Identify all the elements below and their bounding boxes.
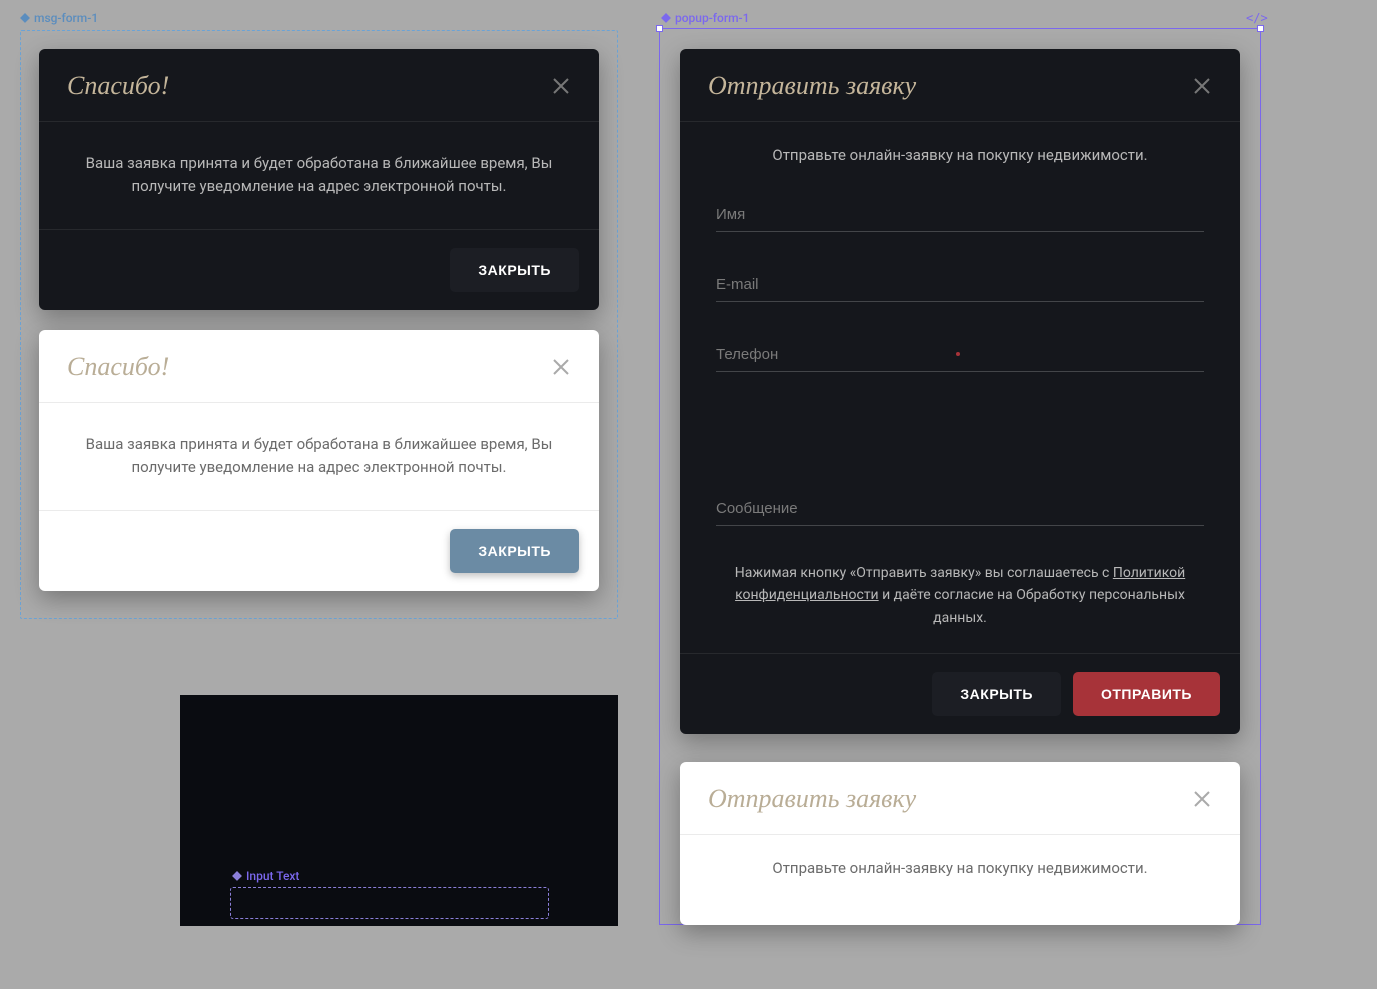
consent-pre: Нажимая кнопку «Отправить заявку» вы сог…: [735, 565, 1113, 581]
close-button[interactable]: ЗАКРЫТЬ: [932, 672, 1061, 716]
name-input[interactable]: [716, 198, 1204, 232]
modal-body-text: Ваша заявка принята и будет обработана в…: [67, 152, 571, 197]
submit-button[interactable]: ОТПРАВИТЬ: [1073, 672, 1220, 716]
modal-body: Ваша заявка принята и будет обработана в…: [39, 122, 599, 230]
email-input[interactable]: [716, 268, 1204, 302]
modal-title: Отправить заявку: [708, 784, 916, 814]
modal-body-text: Ваша заявка принята и будет обработана в…: [67, 433, 571, 478]
form-intro: Отправьте онлайн-заявку на покупку недви…: [716, 146, 1204, 164]
phone-input[interactable]: [716, 338, 1204, 372]
component-label-msg[interactable]: msg-form-1: [20, 11, 98, 25]
required-dot-icon: [956, 352, 960, 356]
modal-title: Спасибо!: [67, 352, 169, 382]
modal-header: Спасибо!: [39, 49, 599, 122]
modal-footer: ЗАКРЫТЬ: [39, 230, 599, 310]
phone-field-wrap: [716, 338, 1204, 372]
component-label-text: popup-form-1: [675, 11, 749, 25]
close-icon[interactable]: [551, 76, 571, 96]
modal-body: Ваша заявка принята и будет обработана в…: [39, 403, 599, 511]
component-label-input[interactable]: Input Text: [232, 869, 299, 883]
modal-header: Отправить заявку: [680, 49, 1240, 122]
code-icon[interactable]: </>: [1246, 11, 1268, 25]
close-icon[interactable]: [551, 357, 571, 377]
form-footer: ЗАКРЫТЬ ОТПРАВИТЬ: [680, 653, 1240, 734]
diamond-icon: [20, 13, 30, 23]
request-form-modal-light: Отправить заявку Отправьте онлайн-заявку…: [680, 762, 1240, 925]
component-label-popup[interactable]: popup-form-1: [661, 11, 749, 25]
close-button[interactable]: ЗАКРЫТЬ: [450, 248, 579, 292]
modal-header: Отправить заявку: [680, 762, 1240, 835]
close-icon[interactable]: [1192, 76, 1212, 96]
form-body: Отправьте онлайн-заявку на покупку недви…: [680, 122, 1240, 653]
message-input[interactable]: [716, 492, 1204, 526]
modal-title: Отправить заявку: [708, 71, 916, 101]
thanks-modal-dark: Спасибо! Ваша заявка принята и будет обр…: [39, 49, 599, 310]
resize-handle[interactable]: [656, 25, 663, 32]
message-field-wrap: [716, 492, 1204, 526]
diamond-icon: [661, 13, 671, 23]
close-icon[interactable]: [1192, 789, 1212, 809]
input-text-outline[interactable]: [230, 887, 549, 919]
component-label-text: msg-form-1: [34, 11, 98, 25]
name-field-wrap: [716, 198, 1204, 232]
diamond-icon: [232, 871, 242, 881]
request-form-modal-dark: Отправить заявку Отправьте онлайн-заявку…: [680, 49, 1240, 734]
form-intro: Отправьте онлайн-заявку на покупку недви…: [716, 859, 1204, 877]
modal-footer: ЗАКРЫТЬ: [39, 511, 599, 591]
resize-handle[interactable]: [1257, 25, 1264, 32]
email-field-wrap: [716, 268, 1204, 302]
component-label-text: Input Text: [246, 869, 299, 883]
form-body: Отправьте онлайн-заявку на покупку недви…: [680, 835, 1240, 921]
close-button[interactable]: ЗАКРЫТЬ: [450, 529, 579, 573]
modal-header: Спасибо!: [39, 330, 599, 403]
consent-text: Нажимая кнопку «Отправить заявку» вы сог…: [716, 562, 1204, 643]
modal-title: Спасибо!: [67, 71, 169, 101]
consent-post: и даёте согласие на Обработку персональн…: [879, 587, 1185, 625]
thanks-modal-light: Спасибо! Ваша заявка принята и будет обр…: [39, 330, 599, 591]
